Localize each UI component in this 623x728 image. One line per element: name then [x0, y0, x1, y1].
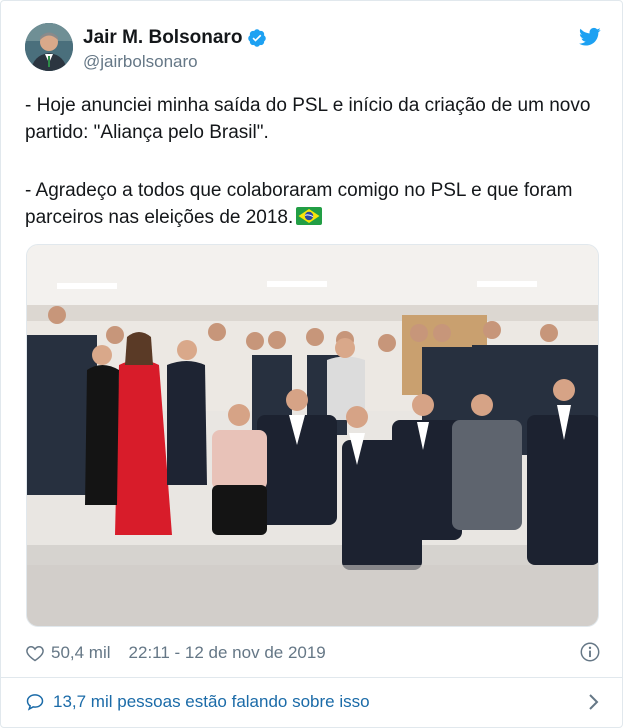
author-avatar[interactable]	[25, 23, 73, 71]
speech-bubble-icon	[26, 694, 44, 711]
conversation-count-text: 13,7 mil pessoas estão falando sobre iss…	[53, 692, 370, 711]
like-count[interactable]: 50,4 mil	[51, 643, 111, 663]
divider	[1, 677, 623, 678]
info-icon[interactable]	[579, 641, 601, 663]
tweet-timestamp[interactable]: 22:11 - 12 de nov de 2019	[129, 643, 326, 663]
conversation-link[interactable]: 13,7 mil pessoas estão falando sobre iss…	[25, 690, 601, 714]
tweet-header: Jair M. Bolsonaro @jairbolsonaro	[25, 23, 601, 75]
verified-badge-icon	[248, 29, 267, 47]
tweet-meta: 50,4 mil 22:11 - 12 de nov de 2019	[25, 641, 601, 665]
tweet-photo[interactable]	[26, 244, 599, 627]
brazil-flag-emoji	[296, 207, 323, 225]
chevron-right-icon[interactable]	[585, 693, 601, 711]
tweet-text-paragraph-1: - Hoje anunciei minha saída do PSL e iní…	[25, 95, 591, 143]
twitter-bird-icon[interactable]	[579, 27, 601, 47]
tweet-card: Jair M. Bolsonaro @jairbolsonaro - Hoje …	[0, 0, 623, 728]
author-handle[interactable]: @jairbolsonaro	[83, 52, 198, 72]
tweet-text-paragraph-2: - Agradeço a todos que colaboraram comig…	[25, 177, 605, 231]
author-name[interactable]: Jair M. Bolsonaro	[83, 27, 242, 49]
heart-icon[interactable]	[25, 643, 45, 663]
